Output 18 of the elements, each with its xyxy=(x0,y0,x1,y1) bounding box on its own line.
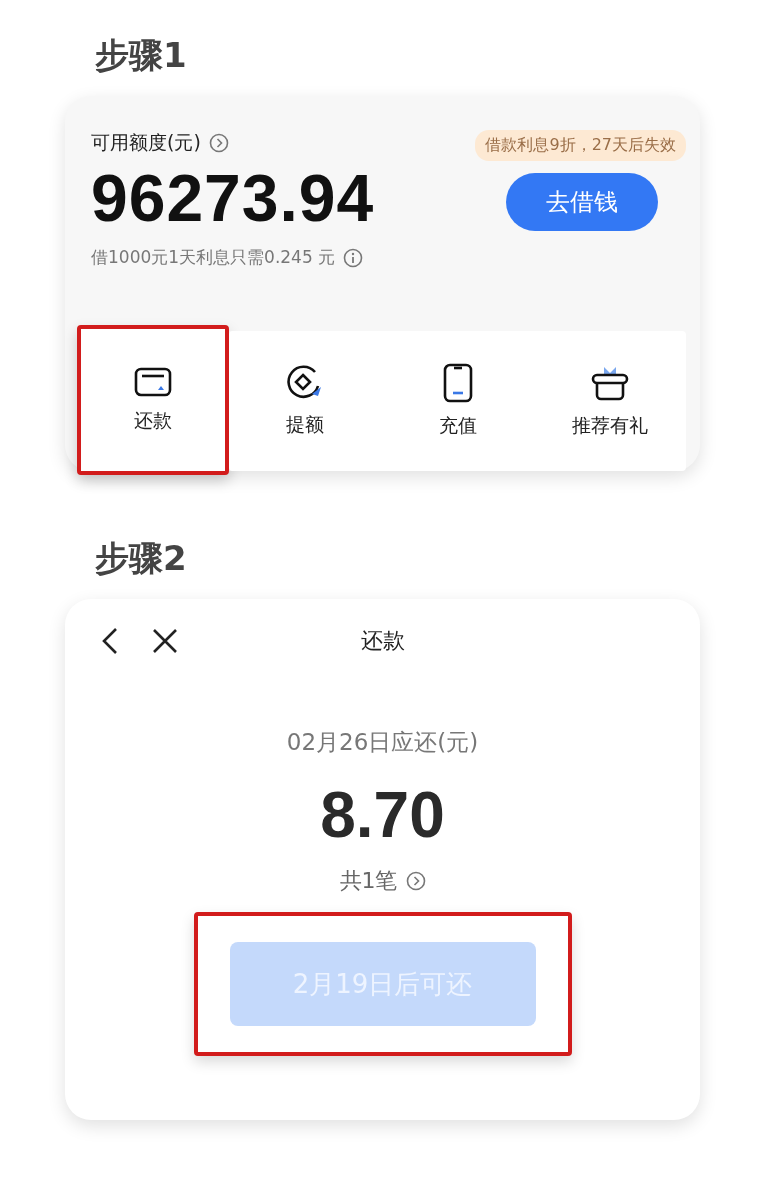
step-title: 步骤1 xyxy=(95,34,188,77)
promo-badge: 借款利息9折，27天后失效 xyxy=(475,130,686,161)
info-icon xyxy=(343,247,364,268)
due-label: 02月26日应还(元) xyxy=(286,728,479,757)
due-amount: 8.70 xyxy=(320,778,445,852)
credit-amount: 96273.94 xyxy=(91,160,375,236)
interest-note: 借1000元1天利息只需0.245 元 xyxy=(91,246,336,269)
step-title: 步骤2 xyxy=(95,537,188,580)
chevron-icon xyxy=(405,871,426,891)
page-title: 还款 xyxy=(360,627,405,655)
phone-icon xyxy=(441,363,474,403)
credit-label: 可用额度(元) xyxy=(91,130,201,155)
card-icon xyxy=(134,366,173,398)
close-icon[interactable] xyxy=(151,627,179,655)
bill-count: 共1笔 xyxy=(339,867,398,895)
borrow-button[interactable]: 去借钱 xyxy=(506,173,658,231)
chevron-icon xyxy=(208,133,229,153)
action-item[interactable]: 还款 xyxy=(77,325,230,475)
